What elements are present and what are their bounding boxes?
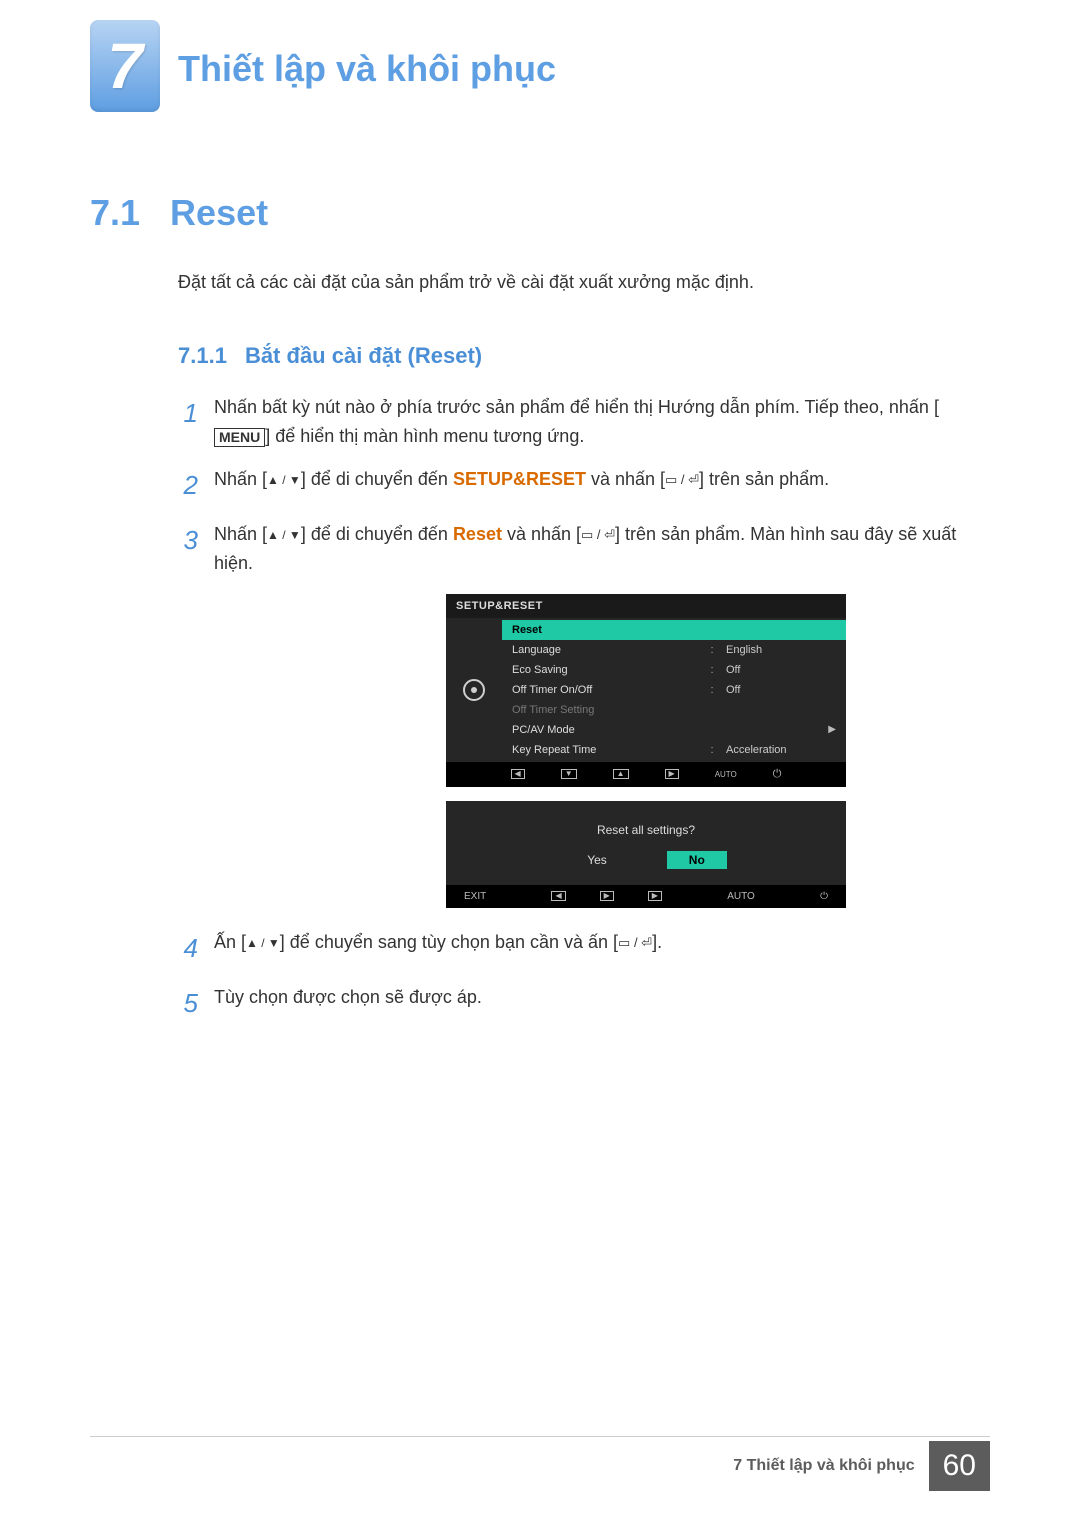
power-icon[interactable]: ⏻ [820, 891, 828, 902]
step-text: Nhấn [▲ / ▼] để di chuyển đến Reset và n… [214, 520, 990, 578]
osd-nav-bar: ◀ ▼ ▲ ▶ AUTO ⏻ [446, 762, 846, 787]
step-text: Tùy chọn được chọn sẽ được áp. [214, 983, 990, 1012]
step-number: 1 [178, 393, 198, 435]
step-text: Nhấn [▲ / ▼] để di chuyển đến SETUP&RESE… [214, 465, 990, 494]
section-intro: Đặt tất cả các cài đặt của sản phẩm trở … [178, 272, 990, 293]
step-3: 3 Nhấn [▲ / ▼] để di chuyển đến Reset và… [178, 520, 990, 578]
dialog-auto[interactable]: AUTO [727, 891, 755, 902]
osd-rows: Reset Language:English Eco Saving:Off Of… [502, 618, 846, 762]
gear-icon [463, 679, 485, 701]
nav-enter-icon[interactable]: ▶ [648, 891, 662, 901]
nav-right-icon[interactable]: ▶ [665, 769, 679, 779]
step-number: 5 [178, 983, 198, 1025]
nav-right-icon[interactable]: ▶ [600, 891, 614, 901]
nav-auto[interactable]: AUTO [715, 770, 737, 779]
step-number: 2 [178, 465, 198, 507]
dialog-nav-bar: EXIT ◀ ▶ ▶ AUTO ⏻ [446, 885, 846, 908]
power-icon[interactable]: ⏻ [773, 768, 782, 781]
dialog-question: Reset all settings? [446, 823, 846, 837]
enter-icon: ▭ / ⏎ [581, 527, 615, 542]
osd-row-pcav[interactable]: PC/AV Mode▶ [502, 720, 846, 740]
footer-divider [90, 1436, 990, 1437]
dialog-no[interactable]: No [667, 851, 727, 869]
chapter-title: Thiết lập và khôi phục [178, 48, 556, 90]
osd-sidebar [446, 618, 502, 762]
osd-row-eco[interactable]: Eco Saving:Off [502, 660, 846, 680]
osd-menu: SETUP&RESET Reset Language:English Eco [446, 594, 846, 787]
section-header: 7.1 Reset [90, 192, 990, 234]
setupreset-label: SETUP&RESET [453, 469, 586, 489]
step-text: Ấn [▲ / ▼] để chuyển sang tùy chọn bạn c… [214, 928, 990, 957]
nav-left-icon[interactable]: ◀ [551, 891, 565, 901]
step-number: 3 [178, 520, 198, 562]
step-2: 2 Nhấn [▲ / ▼] để di chuyển đến SETUP&RE… [178, 465, 990, 507]
up-down-icon: ▲ / ▼ [267, 473, 301, 487]
chapter-number: 7 [107, 29, 143, 103]
section-number: 7.1 [90, 192, 140, 234]
osd-title: SETUP&RESET [446, 594, 846, 618]
reset-dialog: Reset all settings? Yes No EXIT ◀ ▶ ▶ AU… [446, 801, 846, 908]
osd-row-reset[interactable]: Reset [502, 620, 846, 640]
subsection-header: 7.1.1 Bắt đầu cài đặt (Reset) [178, 343, 990, 369]
footer-page-number: 60 [929, 1441, 990, 1491]
enter-icon: ▭ / ⏎ [665, 472, 699, 487]
nav-down-icon[interactable]: ▼ [561, 769, 577, 779]
osd-row-language[interactable]: Language:English [502, 640, 846, 660]
section-title: Reset [170, 192, 268, 234]
chevron-right-icon: ▶ [828, 724, 836, 735]
steps-list: 1 Nhấn bất kỳ nút nào ở phía trước sản p… [178, 393, 990, 1025]
menu-key: MENU [214, 428, 265, 447]
osd-row-keyrepeat[interactable]: Key Repeat Time:Acceleration [502, 740, 846, 760]
up-down-icon: ▲ / ▼ [246, 936, 280, 950]
osd-screenshot: SETUP&RESET Reset Language:English Eco [446, 594, 990, 908]
osd-row-offtimer-setting: Off Timer Setting [502, 700, 846, 720]
chapter-tab: 7 [90, 20, 160, 112]
enter-icon: ▭ / ⏎ [618, 935, 652, 950]
subsection-number: 7.1.1 [178, 343, 227, 369]
osd-row-offtimer[interactable]: Off Timer On/Off:Off [502, 680, 846, 700]
nav-up-icon[interactable]: ▲ [613, 769, 629, 779]
page-footer: 7 Thiết lập và khôi phục 60 [733, 1441, 990, 1491]
step-5: 5 Tùy chọn được chọn sẽ được áp. [178, 983, 990, 1025]
step-4: 4 Ấn [▲ / ▼] để chuyển sang tùy chọn bạn… [178, 928, 990, 970]
dialog-exit[interactable]: EXIT [464, 891, 486, 902]
dialog-yes[interactable]: Yes [565, 851, 629, 869]
step-number: 4 [178, 928, 198, 970]
step-text: Nhấn bất kỳ nút nào ở phía trước sản phẩ… [214, 393, 990, 451]
nav-left-icon[interactable]: ◀ [511, 769, 525, 779]
subsection-title: Bắt đầu cài đặt (Reset) [245, 343, 482, 369]
footer-label: 7 Thiết lập và khôi phục [733, 1457, 914, 1475]
step-1: 1 Nhấn bất kỳ nút nào ở phía trước sản p… [178, 393, 990, 451]
reset-label: Reset [453, 524, 502, 544]
chapter-header: 7 Thiết lập và khôi phục [90, 20, 990, 112]
up-down-icon: ▲ / ▼ [267, 528, 301, 542]
